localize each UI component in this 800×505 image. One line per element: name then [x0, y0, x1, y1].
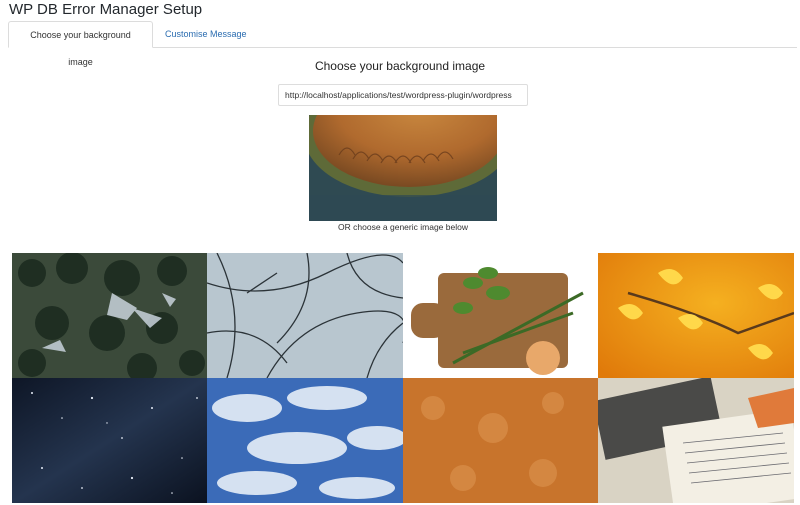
tab-customise-message[interactable]: Customise Message [155, 21, 257, 48]
tab-background-image[interactable]: Choose your background image [8, 21, 153, 67]
generic-image-old-letters[interactable] [598, 378, 794, 503]
or-caption: OR choose a generic image below [338, 222, 468, 232]
selected-background-preview [309, 115, 497, 221]
generic-image-grid [12, 253, 794, 503]
generic-image-snowy-forest[interactable] [12, 253, 207, 378]
tab-bar: Choose your background image Customise M… [8, 21, 797, 67]
generic-image-ginkgo-leaves[interactable] [598, 253, 794, 378]
generic-image-herbs-board[interactable] [403, 253, 598, 378]
background-url-field[interactable] [278, 84, 528, 106]
page-title: WP DB Error Manager Setup [9, 1, 203, 18]
generic-image-blue-sky[interactable] [207, 378, 403, 503]
section-heading: Choose your background image [314, 59, 486, 73]
generic-image-frosted-branches[interactable] [207, 253, 403, 378]
generic-image-starry-sky[interactable] [12, 378, 207, 503]
generic-image-orange-texture[interactable] [403, 378, 598, 503]
